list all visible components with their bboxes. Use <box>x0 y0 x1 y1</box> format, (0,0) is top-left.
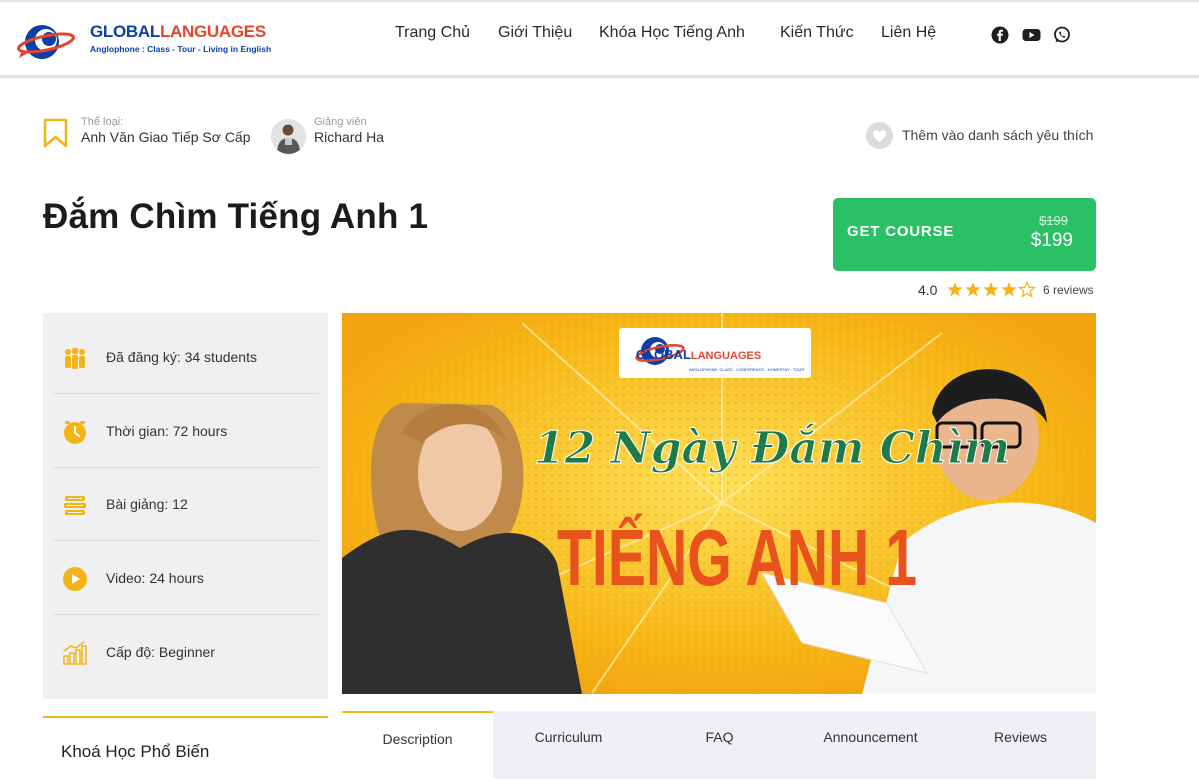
enrolled-text: Đã đăng ký: 34 students <box>106 349 257 365</box>
sidebar-item-level: Cấp độ: Beginner <box>52 616 319 689</box>
bookmark-icon <box>43 118 68 148</box>
sidebar-item-enrolled: Đã đăng ký: 34 students <box>52 321 319 394</box>
instructor-avatar[interactable] <box>271 119 306 154</box>
category-label: Thể loại: <box>81 116 124 128</box>
nav-lien-he[interactable]: Liên Hệ <box>881 24 936 42</box>
level-text: Cấp độ: Beginner <box>106 644 215 660</box>
star-filled-icon <box>947 282 963 297</box>
lectures-text: Bài giảng: 12 <box>106 496 188 512</box>
clock-icon <box>64 421 86 444</box>
wishlist-button[interactable] <box>866 122 893 149</box>
reviews-count[interactable]: 6 reviews <box>1043 283 1094 297</box>
popular-courses-title: Khoá Học Phổ Biến <box>61 742 210 761</box>
logo-text-languages: LANGUAGES <box>159 22 266 41</box>
course-title: Đắm Chìm Tiếng Anh 1 <box>43 197 429 236</box>
youtube-icon[interactable] <box>1022 26 1041 44</box>
books-icon <box>64 496 86 515</box>
sidebar-item-duration: Thời gian: 72 hours <box>52 395 319 468</box>
popular-courses-section: Khoá Học Phổ Biến <box>43 716 328 781</box>
level-chart-icon <box>63 641 87 665</box>
star-empty-icon <box>1017 281 1036 298</box>
star-filled-icon <box>983 282 999 297</box>
video-text: Video: 24 hours <box>106 570 204 586</box>
nav-kien-thuc[interactable]: Kiến Thức <box>780 24 854 42</box>
instructor-label: Giảng viên <box>314 116 367 128</box>
logo-globe-icon <box>17 25 75 59</box>
site-logo[interactable]: GLOBALLANGUAGES Anglophone : Class - Tou… <box>16 20 271 64</box>
sidebar-divider <box>52 393 319 394</box>
course-banner-image[interactable]: GLOBALLANGUAGES ANGLOPHONE: CLASS - CONF… <box>342 313 1096 694</box>
students-icon <box>65 347 85 369</box>
header-divider <box>0 75 1199 78</box>
banner-logo-text: GLOBALLANGUAGES <box>636 347 761 362</box>
get-course-label: GET COURSE <box>847 223 955 240</box>
banner-main-title: TIẾNG ANH 1 <box>557 513 917 602</box>
site-header: GLOBALLANGUAGES Anglophone : Class - Tou… <box>0 2 1199 75</box>
star-filled-icon <box>1001 282 1017 297</box>
whatsapp-icon[interactable] <box>1053 26 1071 44</box>
course-tabs: Description Curriculum FAQ Announcement … <box>342 711 1096 779</box>
category-value[interactable]: Anh Văn Giao Tiếp Sơ Cấp <box>81 129 251 145</box>
heart-icon <box>873 130 886 142</box>
tab-description[interactable]: Description <box>342 711 493 779</box>
sidebar-item-lectures: Bài giảng: 12 <box>52 468 319 541</box>
sidebar-divider <box>52 540 319 541</box>
banner-script-title: 12 Ngày Đắm Chìm <box>534 422 1010 474</box>
instructor-photo <box>271 119 306 154</box>
tab-curriculum[interactable]: Curriculum <box>493 711 644 779</box>
old-price: $199 <box>1039 213 1068 228</box>
tab-reviews[interactable]: Reviews <box>945 711 1096 779</box>
play-icon <box>63 567 87 591</box>
sidebar-divider <box>52 614 319 615</box>
tab-faq[interactable]: FAQ <box>644 711 795 779</box>
facebook-icon[interactable] <box>991 26 1009 44</box>
wishlist-link[interactable]: Thêm vào danh sách yêu thích <box>902 127 1093 143</box>
banner-artwork: GLOBALLANGUAGES ANGLOPHONE: CLASS - CONF… <box>342 313 1096 694</box>
banner-logo-tagline: ANGLOPHONE: CLASS - CONFERENCE - HOMESTA… <box>689 367 804 372</box>
get-course-button[interactable]: GET COURSE $199 $199 <box>833 198 1096 271</box>
logo-text: GLOBALLANGUAGES <box>90 22 266 42</box>
rating-score: 4.0 <box>918 282 938 298</box>
sidebar-item-video: Video: 24 hours <box>52 542 319 615</box>
star-filled-icon <box>965 282 981 297</box>
duration-text: Thời gian: 72 hours <box>106 423 228 439</box>
rating-stars <box>947 281 1036 298</box>
tab-announcement[interactable]: Announcement <box>795 711 946 779</box>
nav-gioi-thieu[interactable]: Giới Thiệu <box>498 24 572 42</box>
nav-trang-chu[interactable]: Trang Chủ <box>395 24 470 42</box>
instructor-name[interactable]: Richard Ha <box>314 129 384 145</box>
logo-text-global: GLOBAL <box>90 22 160 41</box>
logo-tagline: Anglophone : Class - Tour - Living in En… <box>90 44 272 54</box>
course-info-sidebar: Đã đăng ký: 34 students Thời gian: 72 ho… <box>43 313 328 699</box>
current-price: $199 <box>1030 230 1073 251</box>
nav-khoa-hoc[interactable]: Khóa Học Tiếng Anh <box>599 24 745 42</box>
